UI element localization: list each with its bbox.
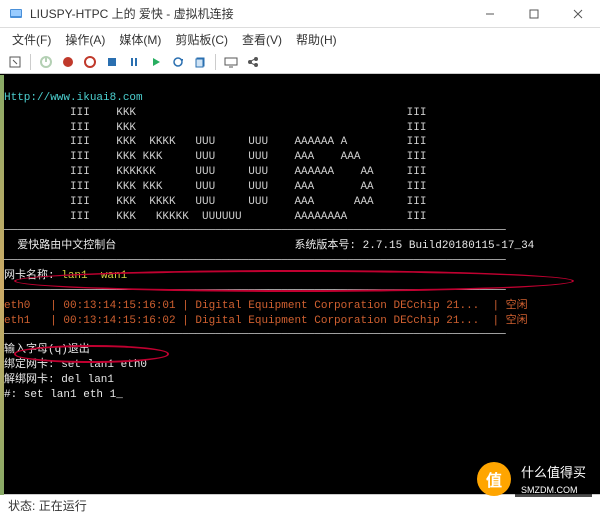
save-button[interactable] bbox=[103, 53, 121, 71]
window-title: LIUSPY-HTPC 上的 爱快 - 虚拟机连接 bbox=[30, 5, 468, 22]
minimize-button[interactable] bbox=[468, 0, 512, 28]
left-edge-strip bbox=[0, 75, 4, 495]
nic-label: 网卡名称: bbox=[4, 270, 55, 282]
command-prompt: #: set lan1 eth 1_ bbox=[4, 389, 123, 401]
separator bbox=[215, 54, 216, 70]
nic-values: lan1 wan1 bbox=[61, 270, 127, 282]
toolbar bbox=[0, 50, 600, 74]
ascii-art-line: III KKK III bbox=[4, 122, 426, 134]
hint-bind: 绑定网卡: set lan1 eth0 bbox=[4, 359, 147, 371]
ascii-art-line: III KKK KKKK UUU UUU AAA AAA III bbox=[4, 196, 426, 208]
enhanced-session-button[interactable] bbox=[222, 53, 240, 71]
ascii-art-line: III KKK KKK UUU UUU AAA AA III bbox=[4, 181, 426, 193]
ctrl-alt-del-button[interactable] bbox=[6, 53, 24, 71]
app-icon bbox=[8, 6, 24, 22]
ascii-art-line: III KKK III bbox=[4, 107, 426, 119]
menu-view[interactable]: 查看(V) bbox=[236, 29, 288, 50]
hint-exit: 输入字母(q)退出 bbox=[4, 344, 90, 356]
hint-unbind: 解绑网卡: del lan1 bbox=[4, 374, 114, 386]
menu-media[interactable]: 媒体(M) bbox=[113, 29, 167, 50]
start-button[interactable] bbox=[37, 53, 55, 71]
titlebar: LIUSPY-HTPC 上的 爱快 - 虚拟机连接 bbox=[0, 0, 600, 28]
watermark-text-1: 什么值得买 bbox=[515, 460, 592, 483]
status-value: 正在运行 bbox=[39, 497, 87, 514]
reset-button[interactable] bbox=[147, 53, 165, 71]
shutdown-button[interactable] bbox=[81, 53, 99, 71]
close-button[interactable] bbox=[556, 0, 600, 28]
statusbar: 状态: 正在运行 bbox=[0, 494, 600, 516]
menu-clipboard[interactable]: 剪贴板(C) bbox=[169, 29, 234, 50]
terminal-output[interactable]: Http://www.ikuai8.com III KKK III III KK… bbox=[0, 74, 600, 494]
console-title: 爱快路由中文控制台 bbox=[4, 240, 116, 252]
menu-action[interactable]: 操作(A) bbox=[59, 29, 111, 50]
watermark-badge-icon: 值 bbox=[477, 462, 511, 496]
status-label: 状态: bbox=[8, 497, 35, 514]
menu-help[interactable]: 帮助(H) bbox=[290, 29, 343, 50]
ascii-art-line: III KKK KKKK UUU UUU AAAAAA A III bbox=[4, 136, 426, 148]
turnoff-button[interactable] bbox=[59, 53, 77, 71]
terminal-url: Http://www.ikuai8.com bbox=[4, 92, 143, 104]
watermark-text-2: SMZDM.COM bbox=[515, 483, 592, 497]
separator bbox=[30, 54, 31, 70]
ascii-art-line: III KKK KKK UUU UUU AAA AAA III bbox=[4, 151, 426, 163]
nic-row-0: eth0 | 00:13:14:15:16:01 | Digital Equip… bbox=[4, 300, 528, 312]
ascii-art-line: III KKK KKKKK UUUUUU AAAAAAAA III bbox=[4, 211, 426, 223]
version-string: 系统版本号: 2.7.15 Build20180115-17_34 bbox=[294, 240, 534, 252]
revert-button[interactable] bbox=[191, 53, 209, 71]
ascii-art-line: III KKKKKK UUU UUU AAAAAA AA III bbox=[4, 166, 426, 178]
watermark: 值 什么值得买 SMZDM.COM bbox=[477, 460, 592, 497]
share-button[interactable] bbox=[244, 53, 262, 71]
checkpoint-button[interactable] bbox=[169, 53, 187, 71]
menu-file[interactable]: 文件(F) bbox=[6, 29, 57, 50]
menubar: 文件(F) 操作(A) 媒体(M) 剪贴板(C) 查看(V) 帮助(H) bbox=[0, 28, 600, 50]
pause-button[interactable] bbox=[125, 53, 143, 71]
nic-row-1: eth1 | 00:13:14:15:16:02 | Digital Equip… bbox=[4, 315, 528, 327]
maximize-button[interactable] bbox=[512, 0, 556, 28]
